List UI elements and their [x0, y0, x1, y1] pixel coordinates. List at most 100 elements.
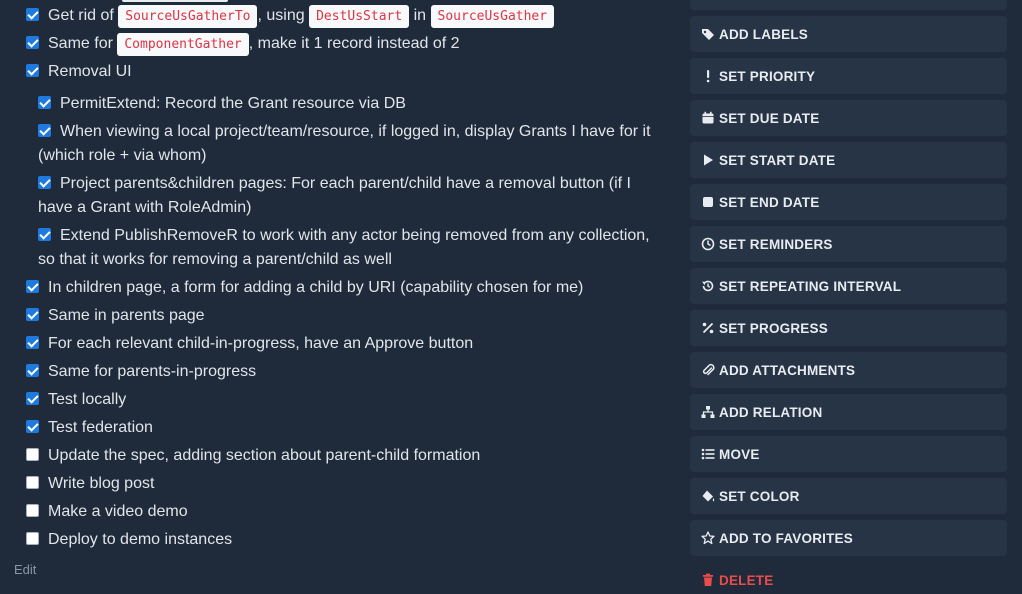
- set-repeating-interval-button[interactable]: Set repeating interval: [690, 268, 1007, 304]
- action-label: Move: [719, 446, 760, 462]
- task-text: , make it 1 record instead of 2: [248, 35, 460, 52]
- delete-button[interactable]: Delete: [690, 562, 1007, 594]
- task-text: Same for parents-in-progress: [48, 363, 257, 380]
- task-text: PermitExtend: Record the Grant resource …: [60, 95, 406, 112]
- subtask-item: Project parents&children pages: For each…: [38, 172, 670, 220]
- checkbox-checked[interactable]: [38, 228, 51, 241]
- set-start-date-button[interactable]: Set start date: [690, 142, 1007, 178]
- checkbox-checked[interactable]: [26, 420, 39, 433]
- task-item: Make a video demo: [26, 500, 671, 524]
- list-icon: [701, 447, 715, 461]
- paperclip-icon: [701, 363, 715, 377]
- task-item: Removal UI: [26, 60, 671, 84]
- add-to-favorites-button[interactable]: Add to favorites: [690, 520, 1007, 556]
- checkbox-checked[interactable]: [26, 280, 39, 293]
- task-text: Get rid of: [48, 7, 119, 24]
- clock-icon: [701, 237, 715, 251]
- task-item: Test federation: [26, 416, 671, 440]
- stop-icon: [701, 195, 715, 209]
- checkbox-checked[interactable]: [38, 176, 51, 189]
- inline-code: ComponentGather: [117, 33, 249, 56]
- action-button-partial[interactable]: [690, 0, 1007, 10]
- task-text: Test federation: [48, 419, 153, 436]
- task-text: Test locally: [48, 391, 127, 408]
- task-item: Write blog post: [26, 472, 671, 496]
- task-text: Write blog post: [48, 475, 155, 492]
- calendar-icon: [701, 111, 715, 125]
- set-color-button[interactable]: Set color: [690, 478, 1007, 514]
- action-label: Add labels: [719, 26, 808, 42]
- inline-code: SourceUsGatherTo: [118, 5, 258, 28]
- set-reminders-button[interactable]: Set reminders: [690, 226, 1007, 262]
- task-item: For each relevant child-in-progress, hav…: [26, 332, 671, 356]
- code-chip-fragment: [122, 0, 228, 2]
- task-text: Extend PublishRemoveR to work with any a…: [38, 227, 650, 268]
- add-relation-button[interactable]: Add relation: [690, 394, 1007, 430]
- task-item: Same in parents page: [26, 304, 671, 328]
- task-item: Update the spec, adding section about pa…: [26, 444, 671, 468]
- checkbox-unchecked[interactable]: [26, 476, 39, 489]
- action-label: Set progress: [719, 320, 828, 336]
- percent-icon: [701, 321, 715, 335]
- tags-icon: [701, 27, 715, 41]
- fill-drip-icon: [701, 489, 715, 503]
- exclamation-icon: [701, 69, 715, 83]
- task-item: Deploy to demo instances: [26, 528, 671, 552]
- checkbox-checked[interactable]: [38, 96, 51, 109]
- action-label: Add to favorites: [719, 530, 853, 546]
- set-progress-button[interactable]: Set progress: [690, 310, 1007, 346]
- action-label: Set color: [719, 488, 800, 504]
- action-label: Set repeating interval: [719, 278, 902, 294]
- action-label: Set reminders: [719, 236, 833, 252]
- subtask-item: PermitExtend: Record the Grant resource …: [38, 92, 670, 116]
- inline-code: SourceUsGather: [430, 5, 555, 28]
- sitemap-icon: [701, 405, 715, 419]
- task-item: Same for ComponentGather, make it 1 reco…: [26, 32, 671, 57]
- task-text: Same in parents page: [48, 307, 205, 324]
- inline-code: DestUsStart: [309, 5, 410, 28]
- set-priority-button[interactable]: Set priority: [690, 58, 1007, 94]
- checkbox-checked[interactable]: [26, 308, 39, 321]
- action-label: Delete: [719, 572, 774, 588]
- action-label: Set start date: [719, 152, 836, 168]
- action-label: Add attachments: [719, 362, 856, 378]
- checkbox-checked[interactable]: [38, 124, 51, 137]
- edit-description-link[interactable]: Edit: [14, 562, 36, 577]
- add-labels-button[interactable]: Add labels: [690, 16, 1007, 52]
- add-attachments-button[interactable]: Add attachments: [690, 352, 1007, 388]
- star-icon: [701, 531, 715, 545]
- action-label: Set priority: [719, 68, 816, 84]
- checkbox-unchecked[interactable]: [26, 532, 39, 545]
- set-end-date-button[interactable]: Set end date: [690, 184, 1007, 220]
- task-text: When viewing a local project/team/resour…: [38, 123, 651, 164]
- task-text: Make a video demo: [48, 503, 188, 520]
- checkbox-checked[interactable]: [26, 36, 39, 49]
- task-item: Same for parents-in-progress: [26, 360, 671, 384]
- task-text: Update the spec, adding section about pa…: [48, 447, 481, 464]
- checkbox-unchecked[interactable]: [26, 448, 39, 461]
- checkbox-checked[interactable]: [26, 364, 39, 377]
- action-label: Add relation: [719, 404, 823, 420]
- task-text: Project parents&children pages: For each…: [38, 175, 631, 216]
- task-text: Removal UI: [48, 63, 132, 80]
- move-button[interactable]: Move: [690, 436, 1007, 472]
- checkbox-unchecked[interactable]: [26, 504, 39, 517]
- action-label: Set end date: [719, 194, 820, 210]
- task-text: In children page, a form for adding a ch…: [48, 279, 584, 296]
- checkbox-checked[interactable]: [26, 8, 39, 21]
- history-icon: [701, 279, 715, 293]
- checkbox-checked[interactable]: [26, 64, 39, 77]
- checkbox-checked[interactable]: [26, 392, 39, 405]
- task-text: For each relevant child-in-progress, hav…: [48, 335, 474, 352]
- task-item: In children page, a form for adding a ch…: [26, 276, 671, 300]
- trash-icon: [701, 573, 715, 587]
- checkbox-checked[interactable]: [26, 336, 39, 349]
- task-text: in: [409, 7, 431, 24]
- task-text: , using: [257, 7, 310, 24]
- action-label: Set due date: [719, 110, 820, 126]
- task-detail-page: Get rid of SourceUsGatherTo, using DestU…: [0, 0, 1022, 594]
- subtask-item: Extend PublishRemoveR to work with any a…: [38, 224, 670, 272]
- play-icon: [701, 153, 715, 167]
- subtask-item: When viewing a local project/team/resour…: [38, 120, 670, 168]
- set-due-date-button[interactable]: Set due date: [690, 100, 1007, 136]
